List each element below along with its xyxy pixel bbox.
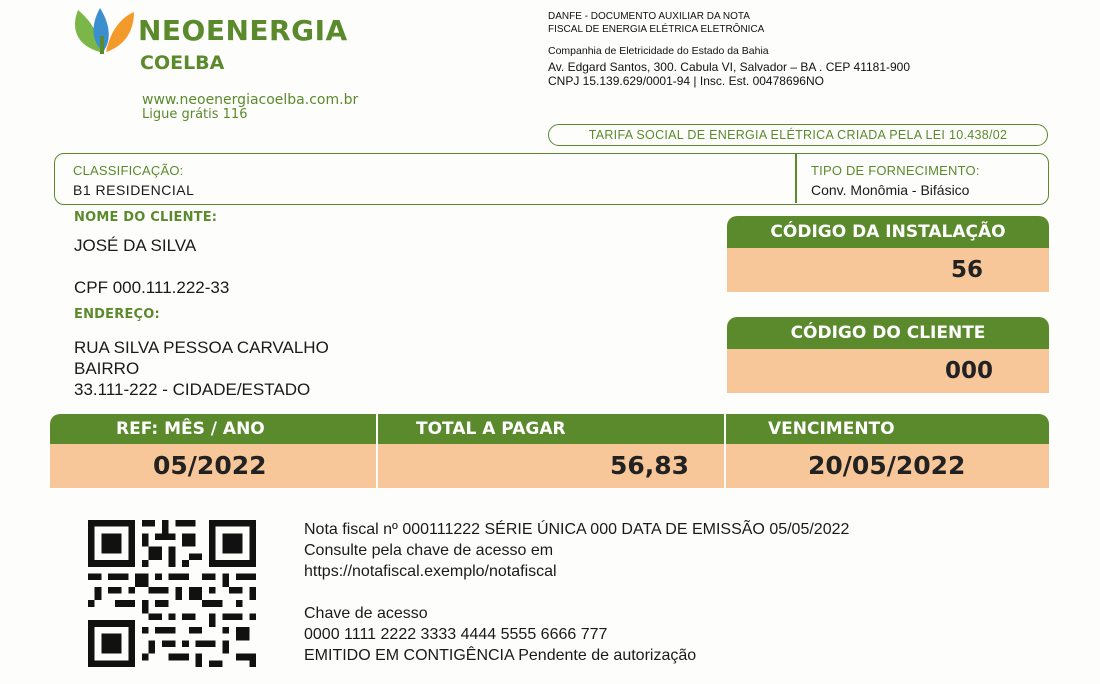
classificacao-label: CLASSIFICAÇÃO: <box>73 163 184 178</box>
classification-box: CLASSIFICAÇÃO: B1 RESIDENCIAL TIPO DE FO… <box>54 153 1049 205</box>
codigo-cliente-value: 000 <box>944 358 993 384</box>
danfe-line-2: FISCAL DE ENERGIA ELÉTRICA ELETRÔNICA <box>548 24 765 35</box>
brand-website: www.neoenergiacoelba.com.br <box>142 92 359 108</box>
summary-header: REF: MÊS / ANO TOTAL A PAGAR VENCIMENTO <box>50 414 1049 444</box>
endereco-line-1: RUA SILVA PESSOA CARVALHO <box>74 338 329 357</box>
instalacao-value: 56 <box>950 257 983 283</box>
nota-url[interactable]: https://notafiscal.exemplo/notafiscal <box>304 561 849 582</box>
instalacao-label: CÓDIGO DA INSTALAÇÃO <box>770 222 1006 242</box>
codigo-cliente-value-box: 000 <box>727 349 1049 393</box>
company-address: Av. Edgard Santos, 300. Cabula VI, Salva… <box>548 60 911 74</box>
fornecimento-value: Conv. Monômia - Bifásico <box>811 182 970 198</box>
classificacao-value: B1 RESIDENCIAL <box>73 182 195 198</box>
nota-line-2: Consulte pela chave de acesso em <box>304 542 554 559</box>
total-value: 56,83 <box>610 451 690 480</box>
brand-phone: Ligue grátis 116 <box>142 107 248 122</box>
codigo-cliente-header: CÓDIGO DO CLIENTE <box>727 317 1049 349</box>
nota-status: EMITIDO EM CONTIGÊNCIA Pendente de autor… <box>304 647 697 664</box>
company-name: Companhia de Eletricidade do Estado da B… <box>548 45 769 57</box>
fornecimento-label: TIPO DE FORNECIMENTO: <box>811 163 980 178</box>
ref-label: REF: MÊS / ANO <box>116 419 265 439</box>
cliente-label: NOME DO CLIENTE: <box>74 210 218 225</box>
cliente-name: JOSÉ DA SILVA <box>74 236 197 255</box>
ref-value: 05/2022 <box>153 451 267 480</box>
total-label: TOTAL A PAGAR <box>416 419 566 439</box>
nota-line-1: Nota fiscal nº 000111222 SÉRIE ÚNICA 000… <box>304 521 850 538</box>
qr-code-icon <box>88 520 256 667</box>
codigo-cliente-label: CÓDIGO DO CLIENTE <box>790 323 986 343</box>
endereco-line-2: BAIRRO <box>74 359 140 378</box>
tarifa-social-badge: TARIFA SOCIAL DE ENERGIA ELÉTRICA CRIADA… <box>548 124 1048 146</box>
brand-subname: COELBA <box>140 52 225 74</box>
nota-info: Nota fiscal nº 000111222 SÉRIE ÚNICA 000… <box>304 519 849 666</box>
venc-value: 20/05/2022 <box>808 451 966 480</box>
danfe-line-1: DANFE - DOCUMENTO AUXILIAR DA NOTA <box>548 11 750 22</box>
nota-spacer <box>304 582 849 603</box>
company-cnpj: CNPJ 15.139.629/0001-94 | Insc. Est. 004… <box>548 74 824 88</box>
summary-values: 05/2022 56,83 20/05/2022 <box>50 414 1049 488</box>
brand-name: NEOENERGIA <box>138 14 348 47</box>
cliente-cpf: CPF 000.111.222-33 <box>74 278 230 297</box>
chave-label: Chave de acesso <box>304 605 428 622</box>
tarifa-social-text: TARIFA SOCIAL DE ENERGIA ELÉTRICA CRIADA… <box>588 128 1008 142</box>
neoenergia-logo-icon <box>74 8 134 54</box>
instalacao-header: CÓDIGO DA INSTALAÇÃO <box>727 216 1049 248</box>
endereco-label: ENDEREÇO: <box>74 307 160 322</box>
instalacao-value-box: 56 <box>727 248 1049 292</box>
chave-value: 0000 1111 2222 3333 4444 5555 6666 777 <box>304 626 608 643</box>
summary-divider-1 <box>376 414 378 488</box>
venc-label: VENCIMENTO <box>768 419 895 439</box>
classification-divider <box>795 154 797 203</box>
summary-divider-2 <box>724 414 726 488</box>
endereco-line-3: 33.111-222 - CIDADE/ESTADO <box>74 380 311 399</box>
